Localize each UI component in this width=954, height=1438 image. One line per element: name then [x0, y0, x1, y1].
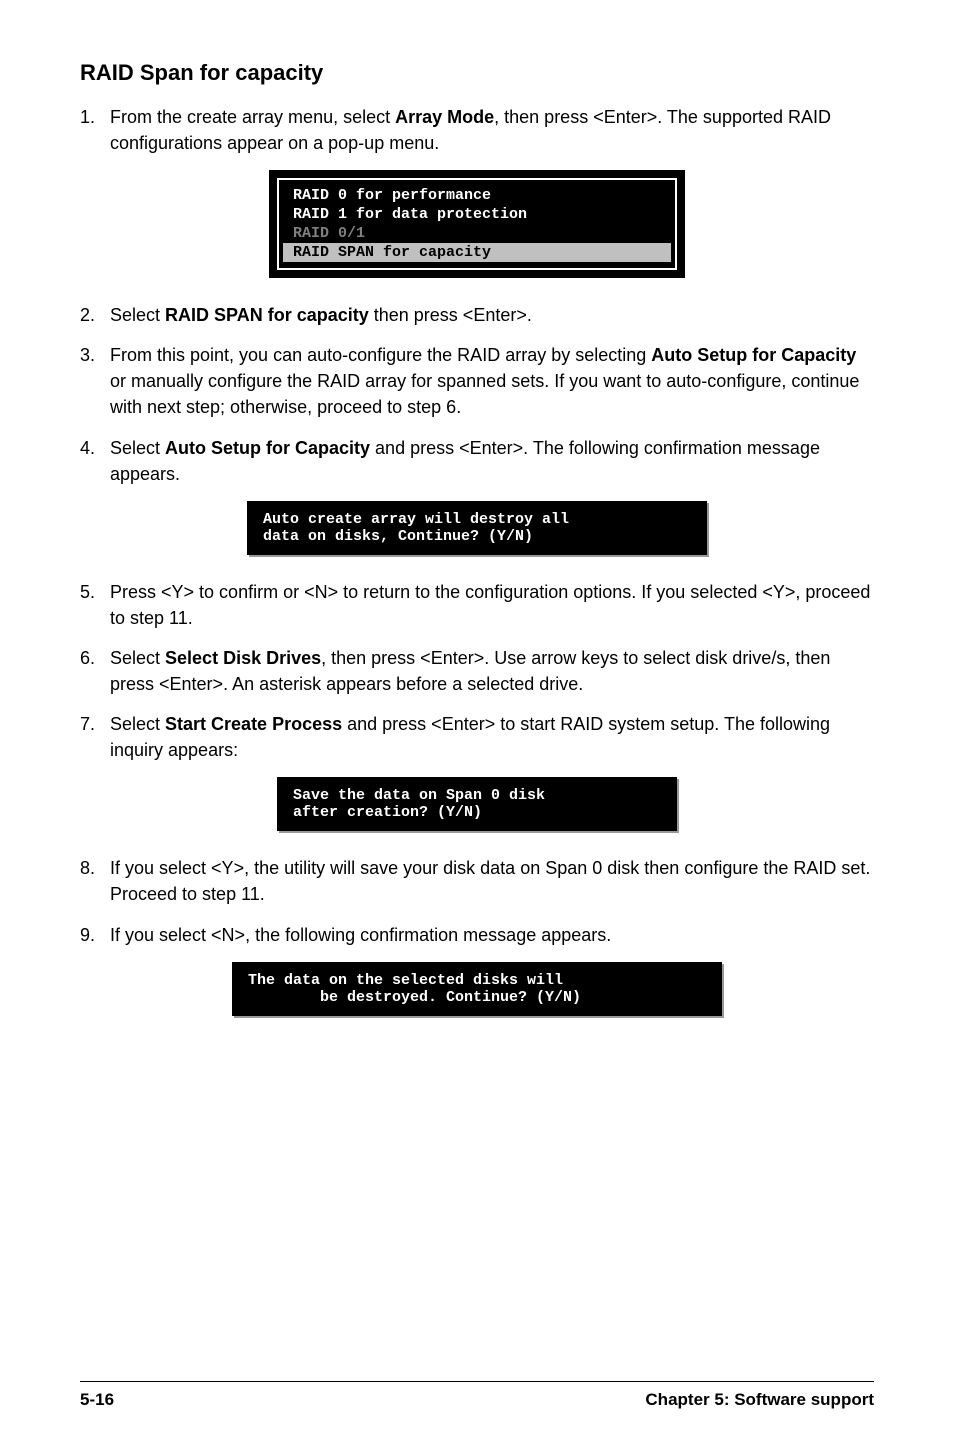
menu-inner: RAID 0 for performance RAID 1 for data p… [277, 178, 677, 270]
text-pre: Select [110, 714, 165, 734]
step-text: Select Start Create Process and press <E… [110, 711, 874, 763]
text-pre: Select [110, 648, 165, 668]
msg-line: after creation? (Y/N) [293, 804, 661, 821]
menu-item-raid0: RAID 0 for performance [279, 186, 675, 205]
text-bold: Array Mode [395, 107, 494, 127]
step-2: 2. Select RAID SPAN for capacity then pr… [80, 302, 874, 328]
text-pre: Select [110, 305, 165, 325]
confirm-message-destroy: Auto create array will destroy all data … [247, 501, 707, 555]
step-number: 7. [80, 711, 110, 763]
text-post: then press <Enter>. [369, 305, 532, 325]
msg-line: data on disks, Continue? (Y/N) [263, 528, 691, 545]
step-9: 9. If you select <N>, the following conf… [80, 922, 874, 948]
raid-mode-menu: RAID 0 for performance RAID 1 for data p… [269, 170, 685, 278]
text-bold: Select Disk Drives [165, 648, 321, 668]
step-number: 2. [80, 302, 110, 328]
step-3: 3. From this point, you can auto-configu… [80, 342, 874, 420]
step-number: 9. [80, 922, 110, 948]
step-text: Select Select Disk Drives, then press <E… [110, 645, 874, 697]
menu-item-raid-span: RAID SPAN for capacity [283, 243, 671, 262]
text-bold: Auto Setup for Capacity [651, 345, 856, 365]
step-number: 4. [80, 435, 110, 487]
confirm-message-save: Save the data on Span 0 disk after creat… [277, 777, 677, 831]
msg-line: Auto create array will destroy all [263, 511, 691, 528]
step-number: 3. [80, 342, 110, 420]
text-bold: Auto Setup for Capacity [165, 438, 370, 458]
step-8: 8. If you select <Y>, the utility will s… [80, 855, 874, 907]
menu-item-raid1: RAID 1 for data protection [279, 205, 675, 224]
step-7: 7. Select Start Create Process and press… [80, 711, 874, 763]
step-5: 5. Press <Y> to confirm or <N> to return… [80, 579, 874, 631]
confirm-message-destroy-selected: The data on the selected disks will be d… [232, 962, 722, 1016]
step-text: Select RAID SPAN for capacity then press… [110, 302, 874, 328]
step-1: 1. From the create array menu, select Ar… [80, 104, 874, 156]
step-number: 5. [80, 579, 110, 631]
menu-item-raid01: RAID 0/1 [279, 224, 675, 243]
step-text: From this point, you can auto-configure … [110, 342, 874, 420]
step-text: From the create array menu, select Array… [110, 104, 874, 156]
msg-line: The data on the selected disks will [248, 972, 706, 989]
text-bold: RAID SPAN for capacity [165, 305, 369, 325]
step-number: 8. [80, 855, 110, 907]
step-text: Press <Y> to confirm or <N> to return to… [110, 579, 874, 631]
text-pre: From the create array menu, select [110, 107, 395, 127]
chapter-title: Chapter 5: Software support [645, 1390, 874, 1410]
section-heading: RAID Span for capacity [80, 60, 874, 86]
text-bold: Start Create Process [165, 714, 342, 734]
text-pre: From this point, you can auto-configure … [110, 345, 651, 365]
msg-line: Save the data on Span 0 disk [293, 787, 661, 804]
step-number: 6. [80, 645, 110, 697]
text-pre: Select [110, 438, 165, 458]
msg-line: be destroyed. Continue? (Y/N) [248, 989, 706, 1006]
step-number: 1. [80, 104, 110, 156]
step-text: Select Auto Setup for Capacity and press… [110, 435, 874, 487]
step-text: If you select <Y>, the utility will save… [110, 855, 874, 907]
page-footer: 5-16 Chapter 5: Software support [80, 1381, 874, 1410]
text-post: or manually configure the RAID array for… [110, 371, 859, 417]
step-4: 4. Select Auto Setup for Capacity and pr… [80, 435, 874, 487]
page-number: 5-16 [80, 1390, 114, 1410]
step-text: If you select <N>, the following confirm… [110, 922, 874, 948]
step-6: 6. Select Select Disk Drives, then press… [80, 645, 874, 697]
